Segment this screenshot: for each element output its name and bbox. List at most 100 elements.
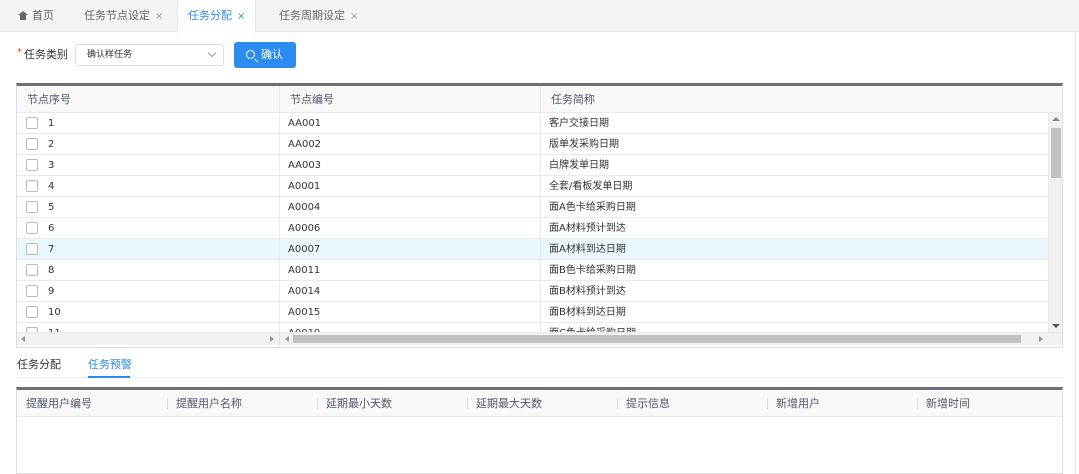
tab-bar: 首页 任务节点设定 × 任务分配 × 任务周期设定 ×	[0, 0, 1079, 33]
table-row[interactable]: 2 AA002 版单发采购日期	[17, 134, 1048, 155]
tab-label: 任务节点设定	[84, 9, 150, 22]
tab-label: 任务周期设定	[279, 9, 345, 22]
row-checkbox[interactable]	[26, 222, 38, 234]
column-header-name[interactable]: 任务简称	[540, 86, 1062, 113]
column-header-seq[interactable]: 节点序号	[17, 86, 279, 113]
cell-seq: 3	[48, 160, 55, 171]
column-header-min-delay[interactable]: 延期最小天数	[317, 390, 467, 417]
cell-code: A0004	[279, 197, 540, 218]
scroll-right-icon[interactable]	[1039, 336, 1043, 342]
cell-name: 全套/看板发单日期	[540, 176, 1048, 197]
cell-code: A0006	[279, 218, 540, 239]
required-mark: *	[17, 47, 22, 58]
table-row[interactable]: 5 A0004 面A色卡给采购日期	[17, 197, 1048, 218]
column-header-user-id[interactable]: 提醒用户编号	[17, 390, 167, 417]
search-icon	[246, 50, 255, 59]
cell-seq: 1	[48, 118, 55, 129]
close-icon[interactable]: ×	[237, 11, 245, 22]
task-category-select[interactable]: 确认样任务	[75, 44, 224, 66]
table-body: 1 AA001 客户交接日期 2 AA002 版单发采购日期 3 AA003 白牌发单日期 4 A0…	[17, 113, 1048, 332]
table-row[interactable]: 10 A0015 面B材料到达日期	[17, 302, 1048, 323]
cell-code: A0015	[279, 302, 540, 323]
confirm-button[interactable]: 确认	[234, 42, 296, 68]
table-row[interactable]: 6 A0006 面A材料预计到达	[17, 218, 1048, 239]
cell-code: A0007	[279, 239, 540, 260]
cell-seq: 10	[48, 307, 61, 318]
row-checkbox[interactable]	[26, 138, 38, 150]
cell-code: A0011	[279, 260, 540, 281]
row-checkbox[interactable]	[26, 180, 38, 192]
scroll-thumb[interactable]	[1051, 128, 1061, 178]
row-checkbox[interactable]	[26, 264, 38, 276]
cell-name: 白牌发单日期	[540, 155, 1048, 176]
cell-name: 面A材料到达日期	[540, 239, 1048, 260]
row-checkbox[interactable]	[26, 159, 38, 171]
row-checkbox[interactable]	[26, 117, 38, 129]
cell-name: 面B色卡给采购日期	[540, 260, 1048, 281]
column-header-added-time[interactable]: 新增时间	[917, 390, 1062, 417]
cell-code: AA003	[279, 155, 540, 176]
tab-task-assignment[interactable]: 任务分配 ×	[177, 0, 257, 33]
horizontal-scrollbar[interactable]	[17, 332, 1062, 346]
cell-code: A0001	[279, 176, 540, 197]
scroll-left-icon[interactable]	[21, 336, 25, 342]
row-checkbox[interactable]	[26, 243, 38, 255]
table-row[interactable]: 11 A0019面C色卡给采购日期	[17, 323, 1048, 332]
task-warning-table: 提醒用户编号 提醒用户名称 延期最小天数 延期最大天数 提示信息 新增用户 新增…	[16, 387, 1063, 474]
column-header-message[interactable]: 提示信息	[617, 390, 767, 417]
subtab-task-assignment[interactable]: 任务分配	[17, 356, 61, 372]
table-row[interactable]: 9 A0014 面B材料预计到达	[17, 281, 1048, 302]
column-header-code[interactable]: 节点编号	[279, 86, 540, 113]
cell-name: 面A色卡给采购日期	[540, 197, 1048, 218]
column-header-user-name[interactable]: 提醒用户名称	[167, 390, 317, 417]
subtab-divider	[16, 377, 1063, 378]
task-category-label: 任务类别	[24, 48, 68, 61]
scroll-thumb[interactable]	[293, 335, 1021, 343]
cell-code: A0014	[279, 281, 540, 302]
scroll-left-icon[interactable]	[285, 336, 289, 342]
table-row[interactable]: 1 AA001 客户交接日期	[17, 113, 1048, 134]
cell-code: AA001	[279, 113, 540, 134]
cell-name: 版单发采购日期	[540, 134, 1048, 155]
table-header: 节点序号 节点编号 任务简称	[17, 86, 1062, 113]
column-header-max-delay[interactable]: 延期最大天数	[467, 390, 617, 417]
cell-seq: 5	[48, 202, 55, 213]
tab-label: 任务分配	[188, 9, 232, 22]
cell-name: 面B材料到达日期	[540, 302, 1048, 323]
row-checkbox[interactable]	[26, 285, 38, 297]
column-header-added-user[interactable]: 新增用户	[767, 390, 917, 417]
table-row[interactable]: 7 A0007 面A材料到达日期	[17, 239, 1048, 260]
cell-name: 面C色卡给采购日期	[540, 323, 1048, 332]
tab-label: 首页	[32, 9, 54, 22]
cell-code: AA002	[279, 134, 540, 155]
tab-task-cycle-setting[interactable]: 任务周期设定 ×	[269, 0, 368, 32]
table-row[interactable]: 3 AA003 白牌发单日期	[17, 155, 1048, 176]
scroll-down-icon[interactable]	[1052, 324, 1060, 328]
cell-name: 面A材料预计到达	[540, 218, 1048, 239]
cell-seq: 4	[48, 181, 55, 192]
cell-seq: 8	[48, 265, 55, 276]
home-icon	[18, 11, 28, 20]
close-icon[interactable]: ×	[350, 11, 358, 22]
scroll-right-icon[interactable]	[270, 336, 274, 342]
active-subtab-indicator	[88, 376, 130, 378]
cell-name: 面B材料预计到达	[540, 281, 1048, 302]
cell-seq: 11	[48, 323, 61, 332]
task-category-value: 确认样任务	[87, 50, 133, 60]
table-header: 提醒用户编号 提醒用户名称 延期最小天数 延期最大天数 提示信息 新增用户 新增…	[17, 390, 1062, 417]
tab-task-node-setting[interactable]: 任务节点设定 ×	[74, 0, 173, 32]
tab-home[interactable]: 首页	[8, 0, 64, 32]
vertical-scrollbar[interactable]	[1048, 113, 1062, 332]
row-checkbox[interactable]	[26, 306, 38, 318]
table-row[interactable]: 4 A0001 全套/看板发单日期	[17, 176, 1048, 197]
table-row[interactable]: 8 A0011 面B色卡给采购日期	[17, 260, 1048, 281]
chevron-down-icon	[207, 48, 217, 58]
cell-code: A0019	[279, 323, 540, 332]
cell-seq: 2	[48, 139, 55, 150]
scroll-up-icon[interactable]	[1052, 117, 1060, 121]
task-node-table: 节点序号 节点编号 任务简称 1 AA001 客户交接日期 2 AA002 版单发采购日期…	[16, 83, 1063, 348]
close-icon[interactable]: ×	[155, 11, 163, 22]
row-checkbox[interactable]	[26, 201, 38, 213]
subtab-task-warning[interactable]: 任务预警	[88, 356, 132, 372]
fixed-column-scroll	[17, 333, 280, 346]
